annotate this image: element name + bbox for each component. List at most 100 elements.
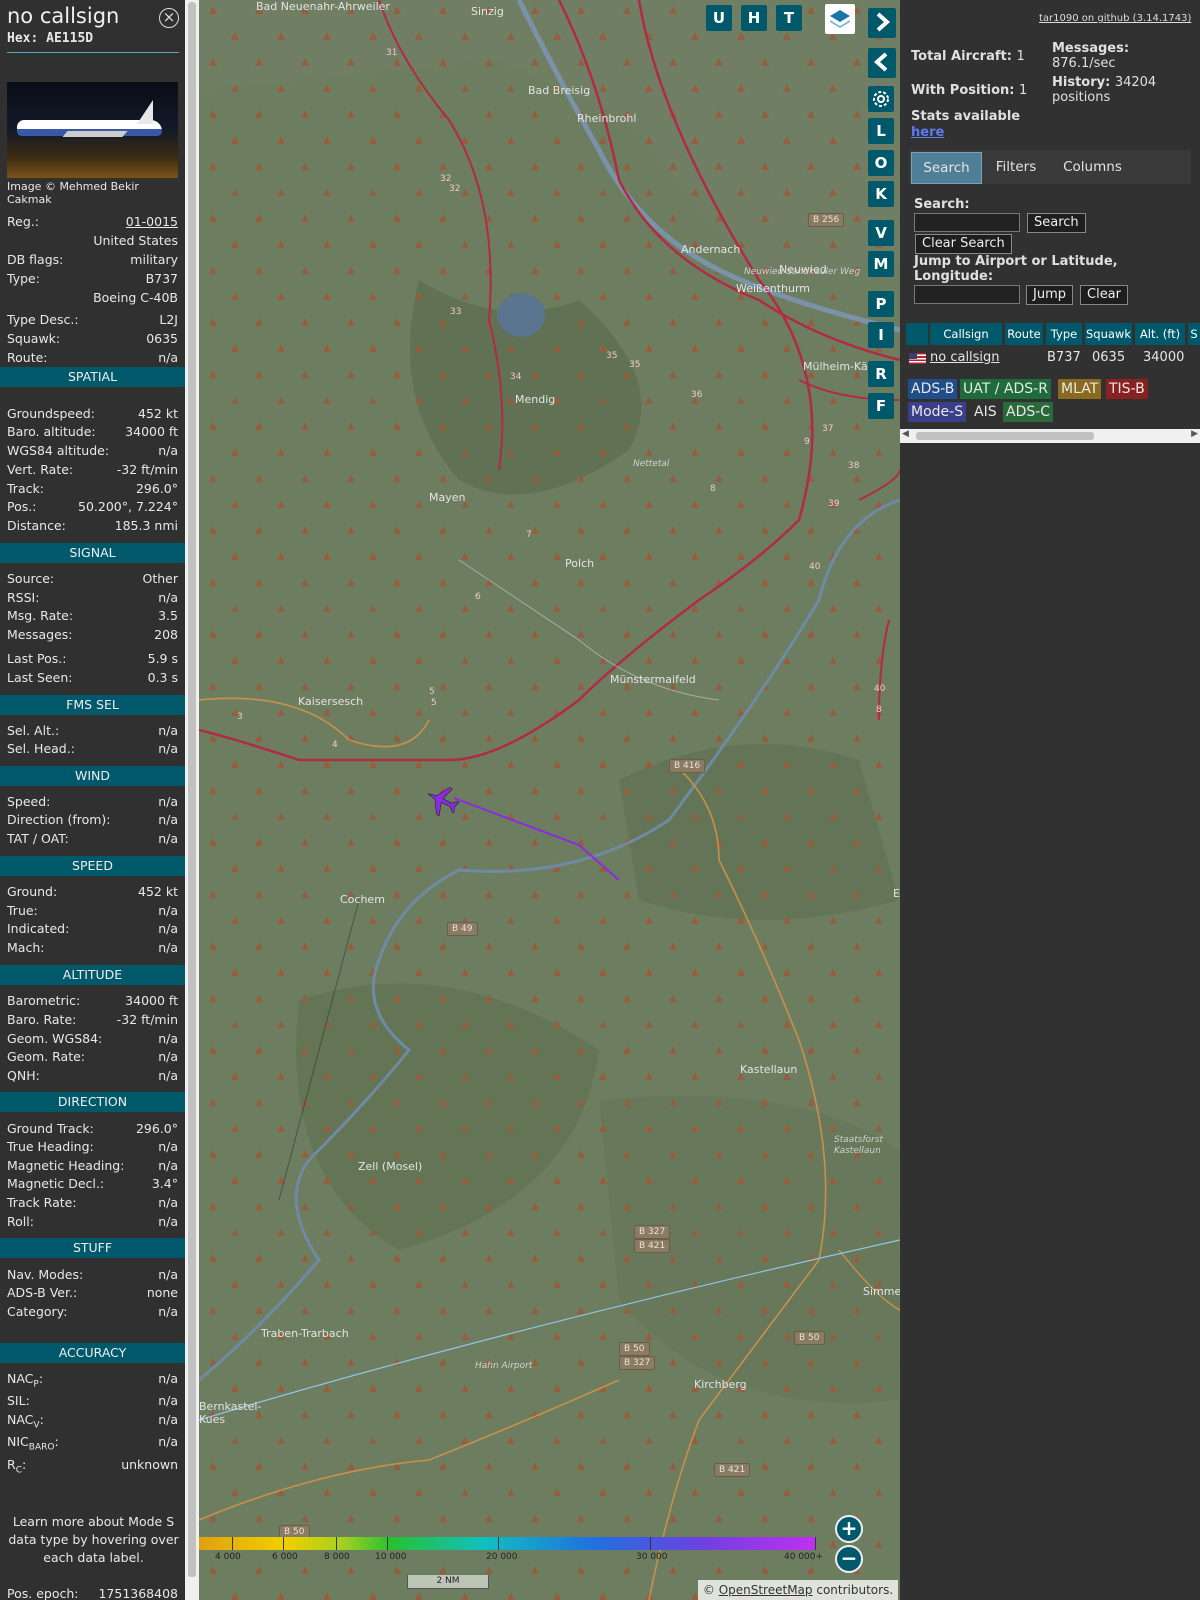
fms-row-label: Sel. Alt.: <box>7 723 60 738</box>
signal-row-value: 208 <box>154 627 178 642</box>
map-button-v[interactable]: V <box>868 220 894 246</box>
direction-row-label: Ground Track: <box>7 1121 94 1136</box>
search-button[interactable]: Search <box>1027 213 1086 233</box>
town-label: Kaisersesch <box>298 695 364 708</box>
spatial-row: Distance: 185.3 nmi <box>7 517 178 535</box>
photo-credit: Image © Mehmed Bekir Cakmak <box>7 180 139 206</box>
map-button-t[interactable]: T <box>776 5 802 31</box>
map-view[interactable]: Bad Neuenahr-Ahrweiler Sinzig Bad Breisig R… <box>199 0 900 1600</box>
signal-row-value: 0.3 s <box>147 670 178 685</box>
wind-row-value: n/a <box>158 794 178 809</box>
map-button-i[interactable]: I <box>868 322 894 348</box>
town-label: Bad Neuenahr-Ahrweiler <box>256 0 390 13</box>
spatial-row-label: Pos.: <box>7 499 37 514</box>
search-input[interactable] <box>914 213 1020 232</box>
aircraft-photo[interactable] <box>7 82 178 178</box>
info-row: United States <box>7 232 178 250</box>
road-number: 5 <box>429 687 435 697</box>
clear-search-button[interactable]: Clear Search <box>915 234 1012 254</box>
map-button-r[interactable]: R <box>868 361 894 387</box>
altitude-row-label: QNH: <box>7 1068 40 1083</box>
registration-link[interactable]: 01-0015 <box>126 213 178 231</box>
col-type[interactable]: Type <box>1046 323 1082 345</box>
scale-tick <box>815 1537 816 1550</box>
expand-sidebar-button[interactable] <box>868 8 896 38</box>
col-squawk[interactable]: Squawk <box>1085 323 1132 345</box>
altitude-color-scale <box>199 1537 816 1550</box>
tab-columns[interactable]: Columns <box>1053 152 1132 182</box>
us-flag-icon <box>909 353 926 364</box>
spatial-row-value: n/a <box>158 443 178 458</box>
close-icon[interactable]: × <box>159 8 179 28</box>
spatial-row: Baro. altitude: 34000 ft <box>7 423 178 441</box>
info-row: Squawk: 0635 <box>7 330 178 348</box>
col-s[interactable]: S <box>1188 323 1200 345</box>
zoom-in-button[interactable]: + <box>835 1515 863 1543</box>
speed-row-label: Ground: <box>7 884 58 899</box>
col-alt-ft[interactable]: Alt. (ft) <box>1135 323 1185 345</box>
pos-epoch-row: Pos. epoch: 1751368408 <box>7 1585 178 1600</box>
map-button-h[interactable]: H <box>741 5 767 31</box>
road-label: B 416 <box>669 759 706 773</box>
col-callsign[interactable]: Callsign <box>930 323 1002 345</box>
info-row: Reg.: 01-0015 <box>7 213 178 231</box>
info-row-label: DB flags: <box>7 252 64 267</box>
jump-button[interactable]: Jump <box>1026 285 1073 305</box>
map-button-m[interactable]: M <box>868 251 894 277</box>
signal-row: Source: Other <box>7 570 178 588</box>
layer-switcher-button[interactable] <box>825 4 855 34</box>
pos-epoch-value: 1751368408 <box>98 1586 178 1600</box>
info-row-value: military <box>130 252 178 267</box>
altitude-row-value: 34000 ft <box>125 993 178 1008</box>
map-button-f[interactable]: F <box>868 393 894 419</box>
collapse-sidebar-button[interactable] <box>868 48 896 78</box>
signal-row-value: n/a <box>158 590 178 605</box>
scale-tick <box>650 1537 651 1550</box>
road-number: 31 <box>386 48 398 58</box>
zoom-out-button[interactable]: − <box>835 1545 863 1573</box>
wind-row-label: TAT / OAT: <box>7 831 69 846</box>
road-label: B 421 <box>714 1463 751 1477</box>
info-panel-scrollbar[interactable] <box>185 0 199 1600</box>
map-button-p[interactable]: P <box>868 291 894 317</box>
road-number: 40 <box>874 684 886 694</box>
speed-row-label: Mach: <box>7 940 45 955</box>
settings-button[interactable] <box>868 86 894 112</box>
map-button-o[interactable]: O <box>868 150 894 176</box>
spatial-row-label: WGS84 altitude: <box>7 443 110 458</box>
col-route[interactable]: Route <box>1005 323 1043 345</box>
wind-row: Direction (from): n/a <box>7 811 178 829</box>
direction-row-label: Magnetic Decl.: <box>7 1176 105 1191</box>
signal-row-label: Last Seen: <box>7 670 73 685</box>
fms-row-label: Sel. Head.: <box>7 741 75 756</box>
table-horizontal-scrollbar[interactable]: ◀ ▶ <box>900 429 1200 443</box>
signal-row: Messages: 208 <box>7 626 178 644</box>
stats-link[interactable]: here <box>911 125 944 140</box>
signal-row-label: Msg. Rate: <box>7 608 74 623</box>
signal-row-label: RSSI: <box>7 590 40 605</box>
town-label: Weißenthurm <box>736 282 811 295</box>
accuracy-row: RC: unknown <box>7 1457 178 1476</box>
row-callsign[interactable]: no callsign <box>930 348 1000 368</box>
mode-s-note: Learn more about Mode S data type by hov… <box>8 1514 179 1565</box>
map-button-u[interactable]: U <box>706 5 732 31</box>
aircraft-info-panel: no callsign × Hex: AE115D Image © Mehmed… <box>0 0 185 1600</box>
town-label: Bad Breisig <box>528 84 591 97</box>
scale-tick <box>387 1537 388 1550</box>
tab-filters[interactable]: Filters <box>985 152 1047 182</box>
osm-link[interactable]: OpenStreetMap <box>719 1583 813 1597</box>
source-tag: AIS <box>974 404 997 420</box>
clear-button[interactable]: Clear <box>1080 285 1128 305</box>
direction-row-label: True Heading: <box>7 1139 94 1154</box>
history-unit: positions <box>1052 90 1111 105</box>
jump-input[interactable] <box>914 285 1020 304</box>
accuracy-row-value: n/a <box>158 1412 178 1427</box>
road-number: 35 <box>629 360 641 370</box>
map-button-k[interactable]: K <box>868 181 894 207</box>
road-label: B 256 <box>808 213 845 227</box>
tab-search[interactable]: Search <box>911 152 982 184</box>
github-link[interactable]: tar1090 on github (3.14.1743) <box>1039 13 1191 24</box>
map-button-l[interactable]: L <box>868 118 894 144</box>
stuff-row-value: none <box>146 1285 178 1300</box>
chevron-right-icon <box>876 12 891 32</box>
